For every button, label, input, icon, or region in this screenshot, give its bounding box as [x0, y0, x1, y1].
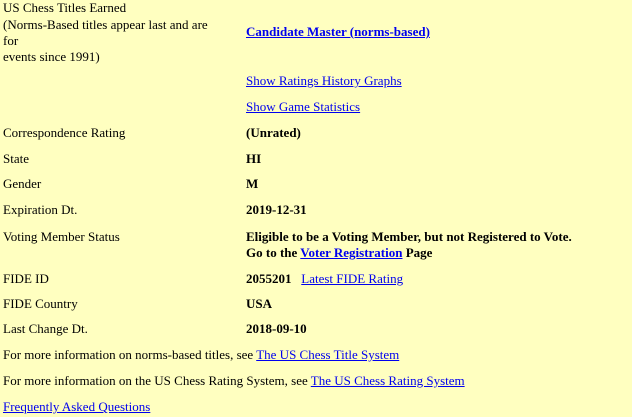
- voting-go-to-text: Go to the: [246, 245, 298, 260]
- correspondence-rating-label: Correspondence Rating: [3, 125, 126, 140]
- latest-fide-rating-link[interactable]: Latest FIDE Rating: [301, 271, 403, 286]
- titles-label-line4: events since 1991): [3, 49, 100, 64]
- state-value: HI: [246, 151, 262, 166]
- rating-system-link[interactable]: The US Chess Rating System: [311, 373, 465, 388]
- rating-info-text: For more information on the US Chess Rat…: [3, 373, 308, 388]
- titles-label-line3: for: [3, 33, 19, 48]
- gender-value: M: [246, 176, 259, 191]
- title-system-link[interactable]: The US Chess Title System: [256, 347, 399, 362]
- voting-status-value: Eligible to be a Voting Member, but not …: [246, 229, 572, 244]
- fide-id-row: 2055201 Latest FIDE Rating: [246, 271, 403, 287]
- gender-label: Gender: [3, 176, 42, 191]
- expiration-value: 2019-12-31: [246, 202, 307, 217]
- voter-registration-link[interactable]: Voter Registration: [300, 245, 402, 260]
- voting-status-label: Voting Member Status: [3, 229, 120, 244]
- titles-label-line2: (Norms-Based titles appear last and are: [3, 17, 208, 32]
- norms-info-text: For more information on norms-based titl…: [3, 347, 254, 362]
- fide-country-label: FIDE Country: [3, 296, 78, 311]
- norms-info-line: For more information on norms-based titl…: [3, 347, 399, 363]
- faq-link[interactable]: Frequently Asked Questions: [3, 399, 150, 415]
- voting-page-text: Page: [405, 245, 433, 260]
- fide-country-value: USA: [246, 296, 273, 311]
- state-label: State: [3, 151, 29, 166]
- fide-id-value: 2055201: [246, 271, 292, 286]
- expiration-label: Expiration Dt.: [3, 202, 78, 217]
- rating-info-line: For more information on the US Chess Rat…: [3, 373, 465, 389]
- last-change-label: Last Change Dt.: [3, 321, 88, 336]
- candidate-master-title-link[interactable]: Candidate Master (norms-based): [246, 24, 430, 40]
- fide-id-label: FIDE ID: [3, 271, 49, 286]
- player-details-page: US Chess Titles Earned (Norms-Based titl…: [0, 0, 632, 417]
- game-statistics-link[interactable]: Show Game Statistics: [246, 99, 360, 115]
- titles-label-line1: US Chess Titles Earned: [3, 0, 127, 15]
- voting-registration-line: Go to the Voter Registration Page: [246, 245, 432, 261]
- correspondence-rating-value: (Unrated): [246, 125, 301, 140]
- ratings-history-link[interactable]: Show Ratings History Graphs: [246, 73, 402, 89]
- last-change-value: 2018-09-10: [246, 321, 307, 336]
